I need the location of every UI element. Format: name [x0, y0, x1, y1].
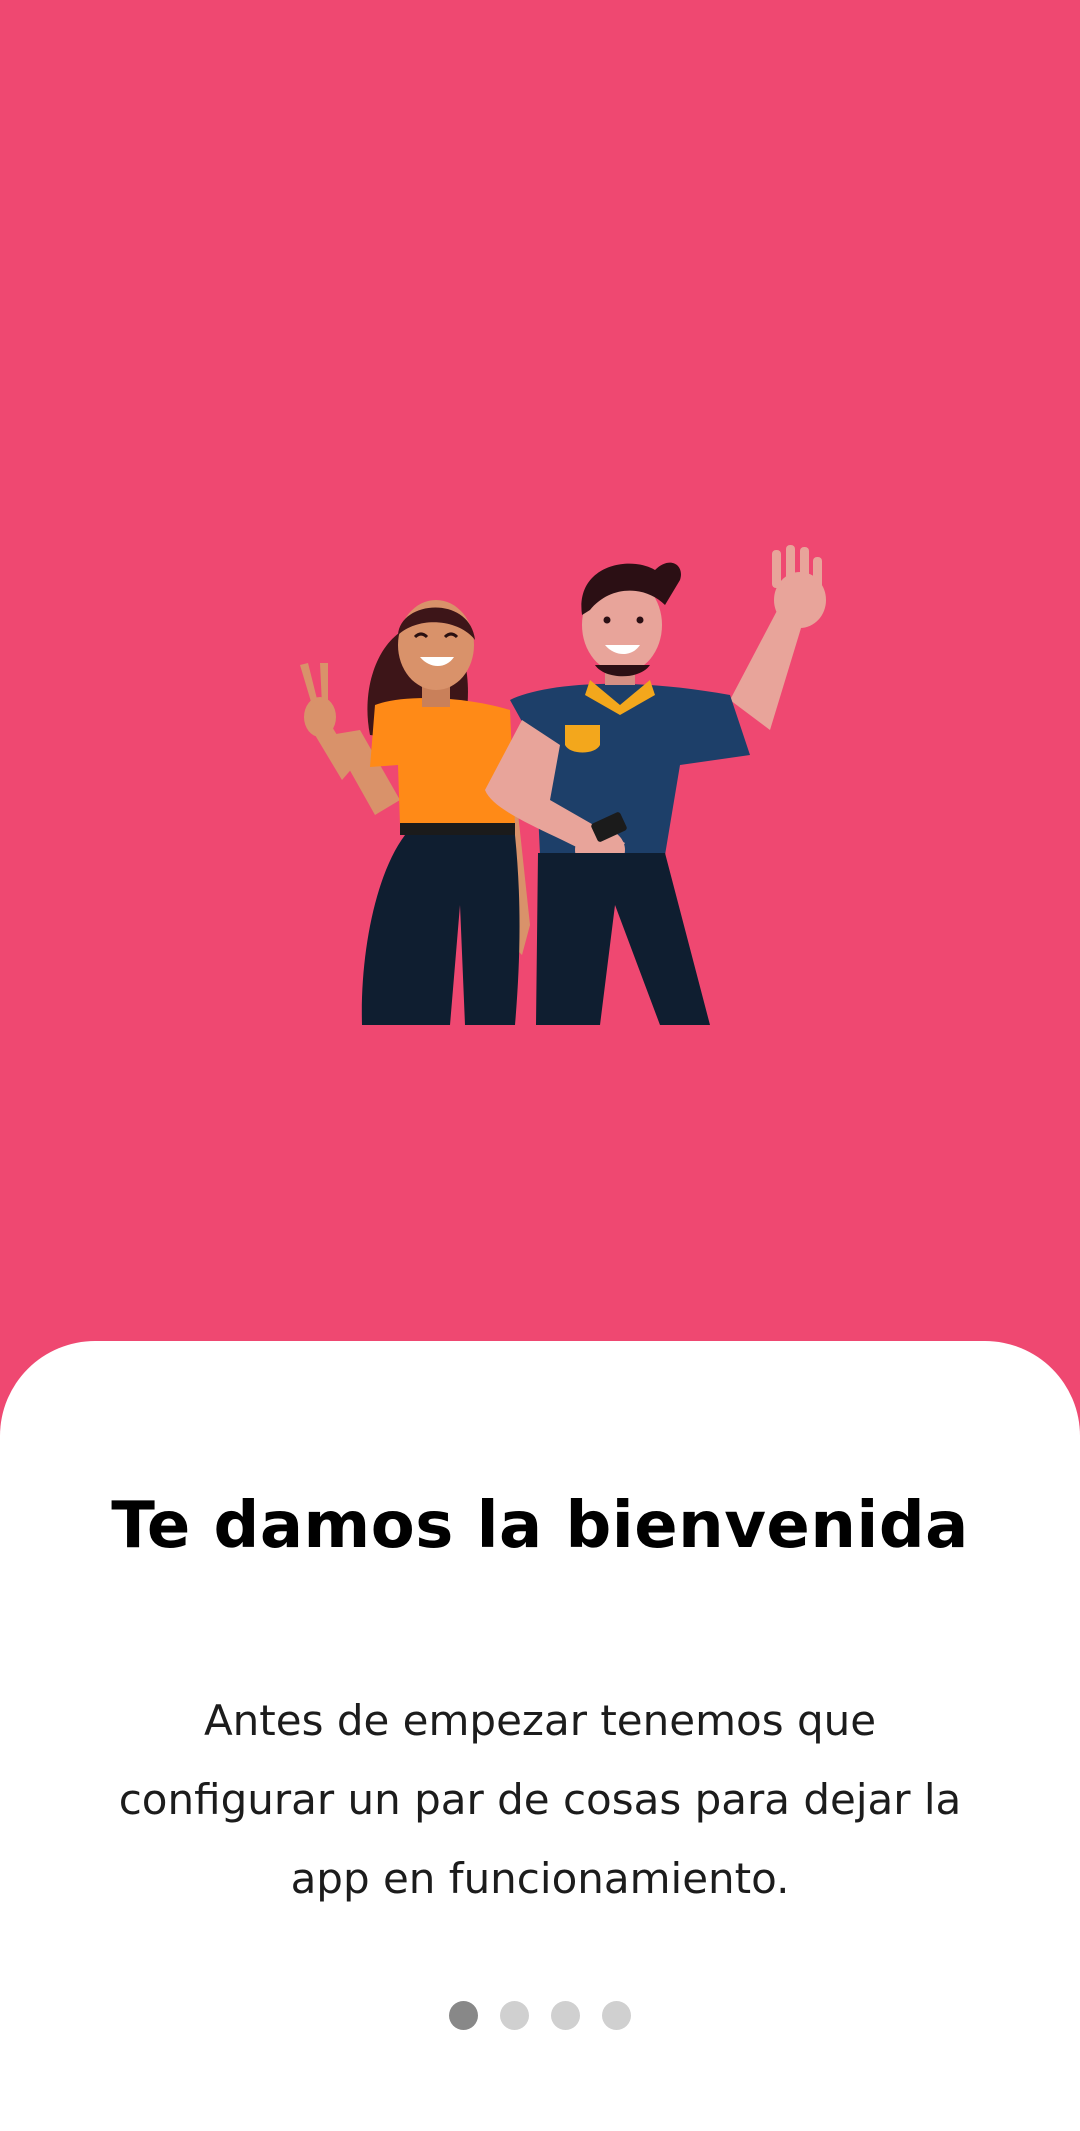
man-figure [485, 545, 826, 1025]
page-dot-3[interactable] [551, 2001, 580, 2030]
page-dot-4[interactable] [602, 2001, 631, 2030]
onboarding-card: Te damos la bienvenida Antes de empezar … [0, 1341, 1080, 2131]
page-indicator [0, 2001, 1080, 2031]
hero-background [0, 0, 1080, 1345]
onboarding-description: Antes de empezar tenemos que configurar … [118, 1696, 962, 1903]
woman-figure [300, 600, 530, 1025]
onboarding-title: Te damos la bienvenida [111, 1489, 969, 1563]
page-dot-2[interactable] [500, 2001, 529, 2030]
two-people-waving-illustration [300, 545, 826, 1025]
page-dot-1[interactable] [449, 2001, 478, 2030]
